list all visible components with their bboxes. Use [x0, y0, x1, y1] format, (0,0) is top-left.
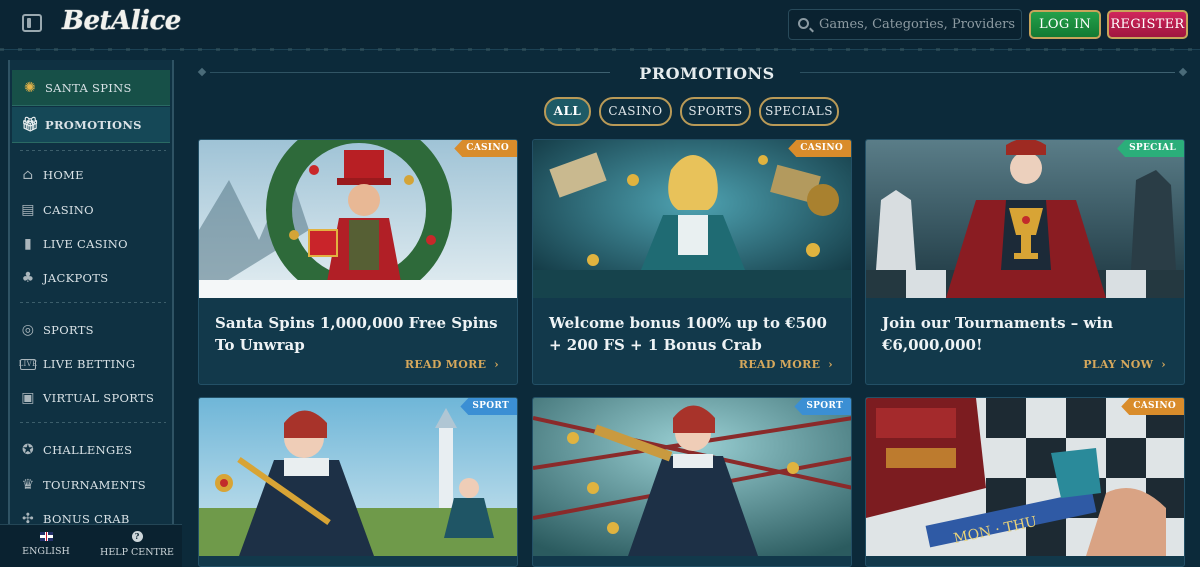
sport-promo-2-banner-image [533, 398, 851, 556]
sidebar-item-label: Challenges [43, 443, 133, 457]
read-more-link[interactable]: READ MORE › [405, 358, 499, 371]
sidebar-divider [20, 422, 166, 423]
category-tag: SPORT [794, 398, 851, 415]
cards-icon: ▮ [23, 236, 32, 252]
search-icon [798, 18, 809, 29]
category-tag: CASINO [788, 140, 851, 157]
read-more-link[interactable]: READ MORE › [739, 358, 833, 371]
category-tag: CASINO [1121, 398, 1184, 415]
chevron-right-icon: › [828, 358, 833, 371]
search-box[interactable] [788, 9, 1022, 40]
virtual-icon: ▣ [21, 390, 35, 406]
sidebar-divider [20, 150, 166, 151]
welcome-bonus-banner-image [533, 140, 851, 298]
sidebar-item-label: Home [43, 168, 84, 182]
sidebar-item-jackpots[interactable]: ♣ Jackpots [10, 263, 172, 293]
sidebar-item-label: Live Betting [43, 357, 136, 371]
sidebar-item-live-betting[interactable]: LIVE Live Betting [10, 349, 172, 379]
help-icon: ? [131, 531, 143, 542]
trophy-icon: ♛ [21, 477, 35, 493]
cta-label: READ MORE [738, 358, 821, 371]
filter-all[interactable]: ALL [544, 97, 591, 126]
snowflake-icon: ✺ [23, 80, 37, 96]
tournaments-banner-image [866, 140, 1184, 298]
sidebar-item-label: Sports [43, 323, 94, 337]
sidebar-item-home[interactable]: ⌂ Home [10, 160, 172, 190]
sidebar-item-label: Jackpots [43, 271, 109, 285]
category-tag: SPORT [460, 398, 517, 415]
uk-flag-icon [39, 532, 53, 541]
title-divider-left [210, 72, 610, 73]
search-input[interactable] [819, 10, 1019, 39]
title-ornament-left [197, 67, 207, 77]
chevron-right-icon: › [1161, 358, 1166, 371]
title-ornament-right [1178, 67, 1188, 77]
language-selector[interactable]: ENGLISH [14, 529, 78, 557]
sidebar: ✺ Santa Spins 🎁︎ Promotions ⌂ Home ▤ Cas… [8, 60, 174, 567]
sidebar-item-casino[interactable]: ▤ Casino [10, 195, 172, 225]
sidebar-item-label: Tournaments [43, 478, 146, 492]
promo-title: Santa Spins 1,000,000 Free Spins To Unwr… [215, 314, 498, 354]
sport-promo-1-banner-image [199, 398, 517, 556]
cta-label: PLAY NOW [1083, 358, 1154, 371]
sidebar-item-label: Casino [43, 203, 94, 217]
filter-specials[interactable]: SPECIALS [759, 97, 839, 126]
register-button[interactable]: REGISTER [1107, 10, 1188, 39]
sidebar-item-label: Promotions [45, 118, 142, 132]
sidebar-footer: ENGLISH ? HELP CENTRE [0, 524, 182, 567]
sidebar-item-label: Live Casino [43, 237, 128, 251]
sidebar-item-tournaments[interactable]: ♛ Tournaments [10, 470, 172, 500]
help-centre-link[interactable]: ? HELP CENTRE [100, 529, 174, 558]
sidebar-item-sports[interactable]: ◎ Sports [10, 315, 172, 345]
sidebar-item-label: Virtual Sports [43, 391, 155, 405]
promo-card-sport-1[interactable]: SPORT [198, 397, 518, 567]
login-button[interactable]: LOG IN [1029, 10, 1101, 39]
play-now-link[interactable]: PLAY NOW › [1083, 358, 1166, 371]
sidebar-divider [20, 302, 166, 303]
language-label: ENGLISH [22, 546, 70, 557]
sidebar-item-live-casino[interactable]: ▮ Live Casino [10, 229, 172, 259]
home-icon: ⌂ [22, 167, 34, 183]
header-ornament [0, 48, 1200, 51]
gift-icon: 🎁︎ [20, 117, 40, 133]
category-tag: SPECIAL [1117, 140, 1184, 157]
medal-icon: ✪ [21, 442, 35, 458]
casino-promo-banner-image: MON · THU [866, 398, 1184, 556]
promo-title: Welcome bonus 100% up to €500 + 200 FS +… [549, 314, 827, 354]
santa-spins-banner-image [199, 140, 517, 298]
promo-card-casino-2[interactable]: MON · THU CASINO [865, 397, 1185, 567]
sidebar-item-challenges[interactable]: ✪ Challenges [10, 435, 172, 465]
live-icon: LIVE [18, 358, 38, 370]
promo-title: Join our Tournaments – win €6,000,000! [882, 314, 1113, 354]
promo-card-santa-spins[interactable]: CASINO Santa Spins 1,000,000 Free Spins … [198, 139, 518, 385]
sidebar-item-santa-spins[interactable]: ✺ Santa Spins [12, 70, 170, 106]
sidebar-item-label: Santa Spins [45, 81, 132, 95]
title-divider-right [800, 72, 1175, 73]
slot-machine-icon: ▤ [21, 202, 35, 218]
filter-casino[interactable]: CASINO [599, 97, 672, 126]
category-tag: CASINO [454, 140, 517, 157]
brand-logo[interactable]: BetAlice [62, 6, 181, 42]
sidebar-item-virtual-sports[interactable]: ▣ Virtual Sports [10, 383, 172, 413]
promo-card-tournaments[interactable]: SPECIAL Join our Tournaments – win €6,00… [865, 139, 1185, 385]
help-label: HELP CENTRE [100, 547, 174, 558]
sidebar-item-promotions[interactable]: 🎁︎ Promotions [12, 107, 170, 143]
promo-card-welcome-bonus[interactable]: CASINO Welcome bonus 100% up to €500 + 2… [532, 139, 852, 385]
chevron-right-icon: › [494, 358, 499, 371]
clover-icon: ♣ [21, 270, 35, 286]
sidebar-toggle-icon[interactable] [22, 14, 42, 32]
ball-icon: ◎ [21, 322, 35, 338]
promo-card-sport-2[interactable]: SPORT [532, 397, 852, 567]
top-header: BetAlice LOG IN REGISTER [0, 0, 1200, 51]
page-title: PROMOTIONS [639, 64, 775, 83]
filter-sports[interactable]: SPORTS [680, 97, 751, 126]
cta-label: READ MORE [404, 358, 487, 371]
